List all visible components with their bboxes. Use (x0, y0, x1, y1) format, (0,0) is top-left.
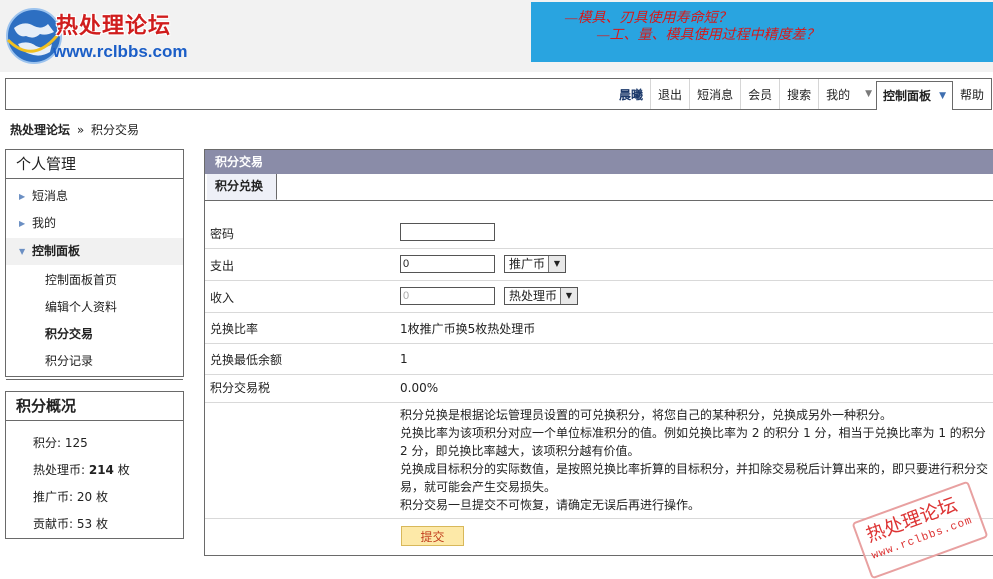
select-value: 推广币 (509, 257, 546, 271)
income-currency-select[interactable]: 热处理币 ▼ (504, 287, 578, 305)
sidebar-subitem-label: 编辑个人资料 (45, 300, 118, 314)
stat-value: 214 (88, 463, 114, 477)
stat-value: 125 (64, 436, 88, 450)
sidebar-item-label: 短消息 (32, 189, 69, 203)
breadcrumb-current: 积分交易 (91, 123, 140, 137)
chevron-down-icon: ▼ (939, 90, 946, 101)
income-amount-input (400, 287, 495, 305)
personal-management-panel: 个人管理 ▶ 短消息 ▶ 我的 ▼ 控制面板 控制面板首页 编辑个人资料 积分交… (5, 149, 184, 380)
nav-members[interactable]: 会员 (740, 79, 779, 109)
select-value: 热处理币 (509, 289, 558, 303)
credit-overview-panel: 积分概况 积分: 125 热处理币: 214 枚 推广币: 20 枚 贡献币: … (5, 391, 184, 539)
sidebar-subitem-label: 积分交易 (45, 327, 94, 341)
nav-help[interactable]: 帮助 (953, 79, 991, 109)
ad-line-2: —工、量、模具使用过程中精度差？ (597, 28, 820, 43)
form-row-tax: 积分交易税 0.00% (205, 375, 993, 403)
nav-mine[interactable]: 我的 (818, 79, 857, 109)
form-row-password: 密码 (205, 217, 993, 249)
breadcrumb-home[interactable]: 热处理论坛 (10, 123, 70, 137)
sidebar-subitem-label: 控制面板首页 (45, 273, 118, 287)
instruction-line: 兑换比率为该项积分对应一个单位标准积分的值。例如兑换比率为 2 的积分 1 分，… (400, 426, 986, 458)
stat-value: 53 枚 (76, 517, 108, 531)
form-row-min-balance: 兑换最低余额 1 (205, 344, 993, 375)
logo-title: 热处理论坛 (56, 13, 172, 39)
panel-title: 个人管理 (6, 150, 183, 179)
sidebar-item-messages[interactable]: ▶ 短消息 (6, 183, 183, 210)
password-field[interactable] (400, 223, 495, 241)
expense-amount-input[interactable] (400, 255, 495, 273)
sidebar-item-label: 我的 (32, 216, 57, 230)
stat-label: 贡献币: (33, 517, 77, 531)
sidebar-item-mine[interactable]: ▶ 我的 (6, 210, 183, 237)
field-label: 收入 (210, 291, 235, 305)
stat-label: 积分: (33, 436, 65, 450)
instruction-line: 兑换成目标积分的实际数值，是按照兑换比率折算的目标积分，并扣除交易税后计算出来的… (400, 462, 989, 494)
site-logo[interactable]: 热处理论坛 www.rclbbs.com (4, 4, 194, 68)
chevron-down-icon[interactable]: ▼ (857, 79, 876, 109)
site-header: 热处理论坛 www.rclbbs.com —模具、刃具使用寿命短？ —工、量、模… (0, 0, 993, 72)
exchange-instructions: 积分兑换是根据论坛管理员设置的可兑换积分，将您自己的某种积分，兑换成另外一种积分… (400, 406, 992, 514)
stat-heat-coins: 热处理币: 214 枚 (33, 461, 130, 478)
chevron-down-icon: ▼ (548, 256, 565, 272)
submit-button[interactable]: 提交 (401, 526, 464, 546)
sidebar-subitem-credit-log[interactable]: 积分记录 (6, 348, 183, 375)
sidebar-item-label: 控制面板 (32, 244, 81, 258)
nav-control-panel-label: 控制面板 (883, 89, 932, 103)
min-balance-value: 1 (400, 352, 408, 366)
stat-label: 热处理币: (33, 463, 89, 477)
form-row-ratio: 兑换比率 1枚推广币换5枚热处理币 (205, 313, 993, 344)
stat-promo-coins: 推广币: 20 枚 (33, 488, 108, 505)
sidebar-subitem-control-home[interactable]: 控制面板首页 (6, 267, 183, 294)
stat-unit: 枚 (113, 463, 130, 477)
breadcrumb-separator: » (76, 123, 85, 137)
form-row-income: 收入 热处理币 ▼ (205, 281, 993, 313)
panel-divider (6, 379, 183, 380)
expense-currency-select[interactable]: 推广币 ▼ (504, 255, 566, 273)
form-row-expense: 支出 推广币 ▼ (205, 249, 993, 281)
nav-username[interactable]: 晨曦 (612, 79, 650, 109)
breadcrumb: 热处理论坛 » 积分交易 (10, 121, 139, 138)
credit-trade-panel: 积分交易 积分兑换 密码 支出 推广币 ▼ 收入 热处理币 ▼ 兑换比率 1枚推… (204, 149, 993, 556)
sidebar-subitem-credit-trade[interactable]: 积分交易 (6, 321, 183, 348)
main-title: 积分交易 (205, 150, 993, 174)
stat-contrib-coins: 贡献币: 53 枚 (33, 515, 108, 532)
field-label: 兑换最低余额 (210, 353, 283, 367)
chevron-down-icon: ▼ (560, 288, 577, 304)
instruction-line: 积分兑换是根据论坛管理员设置的可兑换积分，将您自己的某种积分，兑换成另外一种积分… (400, 408, 893, 422)
nav-logout[interactable]: 退出 (650, 79, 689, 109)
stat-credits: 积分: 125 (33, 434, 88, 451)
nav-search[interactable]: 搜索 (779, 79, 818, 109)
nav-control-panel[interactable]: 控制面板 ▼ (876, 80, 953, 110)
field-label: 密码 (210, 227, 235, 241)
field-label: 兑换比率 (210, 322, 259, 336)
sidebar-subitem-edit-profile[interactable]: 编辑个人资料 (6, 294, 183, 321)
field-label: 支出 (210, 259, 235, 273)
logo-url: www.rclbbs.com (53, 42, 188, 61)
sidebar-subitem-label: 积分记录 (45, 354, 94, 368)
top-nav: 晨曦 退出 短消息 会员 搜索 我的 ▼ 控制面板 ▼ 帮助 (5, 78, 992, 110)
tab-bar: 积分兑换 (205, 174, 993, 201)
tab-credit-exchange[interactable]: 积分兑换 (207, 174, 277, 200)
nav-messages[interactable]: 短消息 (689, 79, 740, 109)
ad-banner[interactable]: —模具、刃具使用寿命短？ —工、量、模具使用过程中精度差？ (531, 2, 993, 62)
triangle-right-icon: ▶ (19, 219, 26, 228)
ratio-value: 1枚推广币换5枚热处理币 (400, 322, 536, 336)
triangle-right-icon: ▶ (19, 192, 26, 201)
triangle-down-icon: ▼ (19, 247, 26, 256)
sidebar-item-control-panel[interactable]: ▼ 控制面板 (6, 238, 183, 265)
panel-title: 积分概况 (6, 392, 183, 421)
tax-value: 0.00% (400, 381, 439, 395)
stat-value: 20 枚 (76, 490, 108, 504)
stat-label: 推广币: (33, 490, 77, 504)
field-label: 积分交易税 (210, 381, 271, 395)
